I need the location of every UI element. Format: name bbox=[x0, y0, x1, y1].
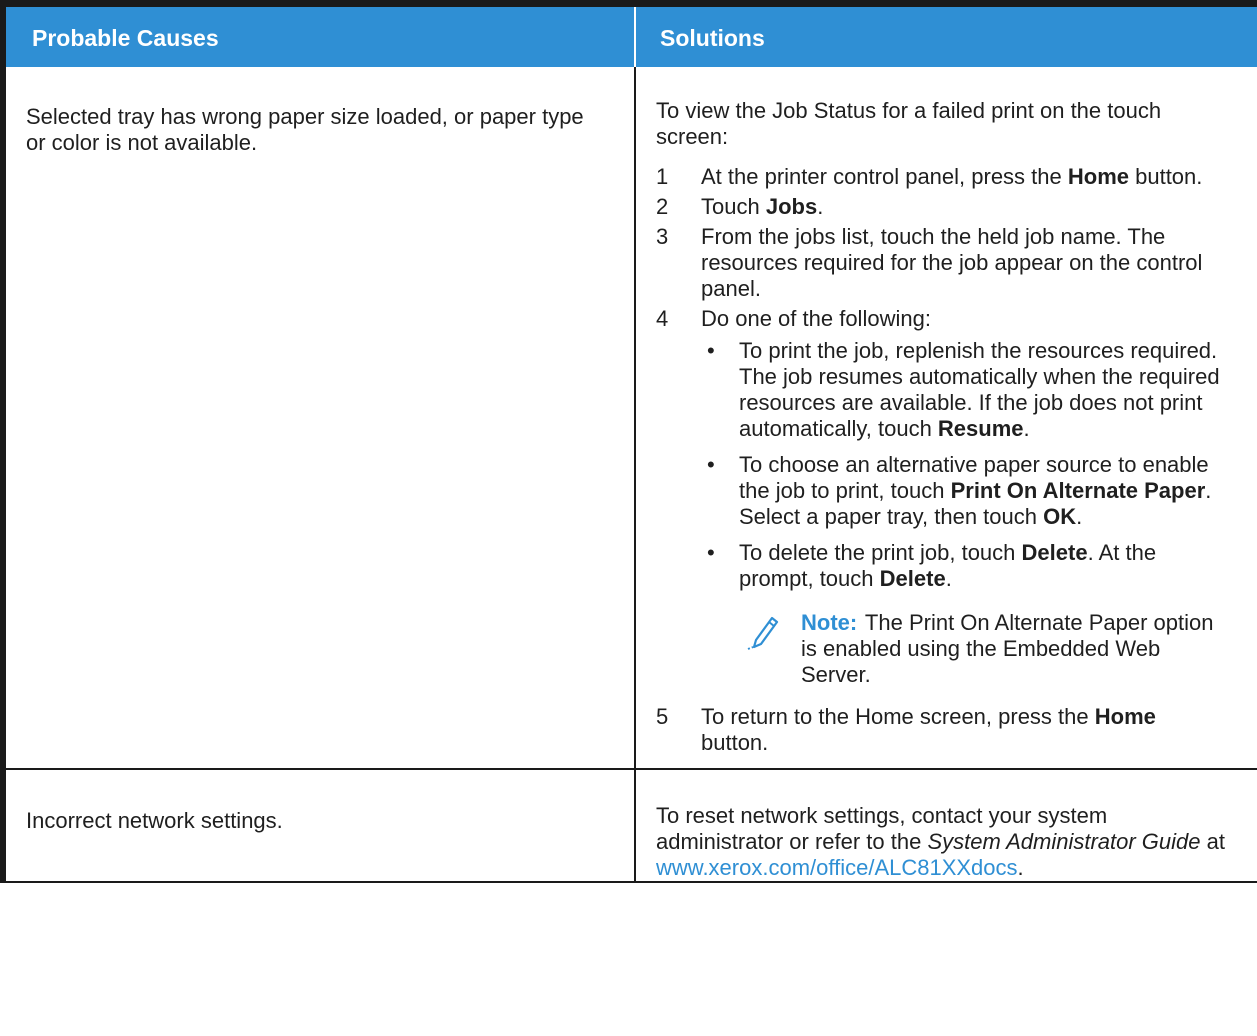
delete-term: Delete bbox=[879, 565, 946, 591]
delete-term: Delete bbox=[1021, 539, 1088, 565]
step-item: 3 From the jobs list, touch the held job… bbox=[656, 224, 1226, 302]
step-number: 1 bbox=[656, 163, 669, 189]
step-text: Do one of the following: bbox=[701, 305, 931, 331]
bullet-icon: • bbox=[707, 451, 715, 477]
solution-text: at bbox=[1200, 828, 1225, 854]
bullet-text: . bbox=[1076, 503, 1083, 529]
step-text: From the jobs list, touch the held job n… bbox=[701, 223, 1203, 301]
bullet-icon: • bbox=[707, 337, 715, 363]
step-item: 2 Touch Jobs. bbox=[656, 194, 1226, 220]
cause-cell: Selected tray has wrong paper size loade… bbox=[0, 66, 635, 770]
bullet-text: To delete the print job, touch bbox=[739, 539, 1022, 565]
solution-cell: To view the Job Status for a failed prin… bbox=[634, 66, 1257, 770]
step-text: button. bbox=[1129, 163, 1203, 189]
bullet-text: . bbox=[1023, 415, 1030, 441]
ok-term: OK bbox=[1043, 503, 1077, 529]
steps-list: 1 At the printer control panel, press th… bbox=[656, 164, 1226, 756]
list-item: • To delete the print job, touch Delete.… bbox=[701, 540, 1226, 592]
jobs-term: Jobs bbox=[765, 193, 818, 219]
table-row: Selected tray has wrong paper size loade… bbox=[0, 66, 1257, 770]
header-probable-causes: Probable Causes bbox=[0, 0, 635, 67]
bullet-text: . bbox=[945, 565, 952, 591]
options-list: • To print the job, replenish the resour… bbox=[701, 338, 1226, 592]
pencil-icon bbox=[747, 616, 779, 650]
solution-cell: To reset network settings, contact your … bbox=[634, 768, 1257, 883]
list-item: • To choose an alternative paper source … bbox=[701, 452, 1226, 530]
solution-intro: To view the Job Status for a failed prin… bbox=[656, 97, 1162, 149]
table-row: Incorrect network settings. To reset net… bbox=[0, 768, 1257, 883]
bullet-icon: • bbox=[707, 539, 715, 565]
causes-solutions-table: Probable Causes Solutions Selected tray … bbox=[0, 0, 1257, 883]
list-item: • To print the job, replenish the resour… bbox=[701, 338, 1226, 442]
home-term: Home bbox=[1067, 163, 1129, 189]
step-text: . bbox=[817, 193, 824, 219]
resume-term: Resume bbox=[937, 415, 1024, 441]
step-text: At the printer control panel, press the bbox=[701, 163, 1068, 189]
step-item: 1 At the printer control panel, press th… bbox=[656, 164, 1226, 190]
step-number: 3 bbox=[656, 223, 669, 249]
note-box: Note: The Print On Alternate Paper optio… bbox=[701, 610, 1226, 688]
step-number: 4 bbox=[656, 305, 669, 331]
note-text: The Print On Alternate Paper option is e… bbox=[801, 609, 1214, 687]
solution-text: . bbox=[1017, 854, 1024, 880]
guide-title: System Administrator Guide bbox=[927, 828, 1201, 854]
home-term: Home bbox=[1094, 703, 1156, 729]
table-header-row: Probable Causes Solutions bbox=[0, 0, 1257, 67]
print-on-alternate-paper-term: Print On Alternate Paper bbox=[950, 477, 1206, 503]
step-number: 2 bbox=[656, 193, 669, 219]
step-item: 5 To return to the Home screen, press th… bbox=[656, 704, 1226, 756]
step-text: button. bbox=[701, 729, 769, 755]
note-label: Note: bbox=[801, 609, 858, 635]
step-item: 4 Do one of the following: • To print th… bbox=[656, 306, 1226, 688]
cause-cell: Incorrect network settings. bbox=[0, 768, 635, 883]
troubleshooting-page: Probable Causes Solutions Selected tray … bbox=[0, 0, 1257, 1036]
step-text: Touch bbox=[701, 193, 766, 219]
step-number: 5 bbox=[656, 703, 669, 729]
step-text: To return to the Home screen, press the bbox=[701, 703, 1095, 729]
docs-link[interactable]: www.xerox.com/office/ALC81XXdocs bbox=[656, 855, 1018, 880]
header-solutions: Solutions bbox=[634, 0, 1257, 67]
